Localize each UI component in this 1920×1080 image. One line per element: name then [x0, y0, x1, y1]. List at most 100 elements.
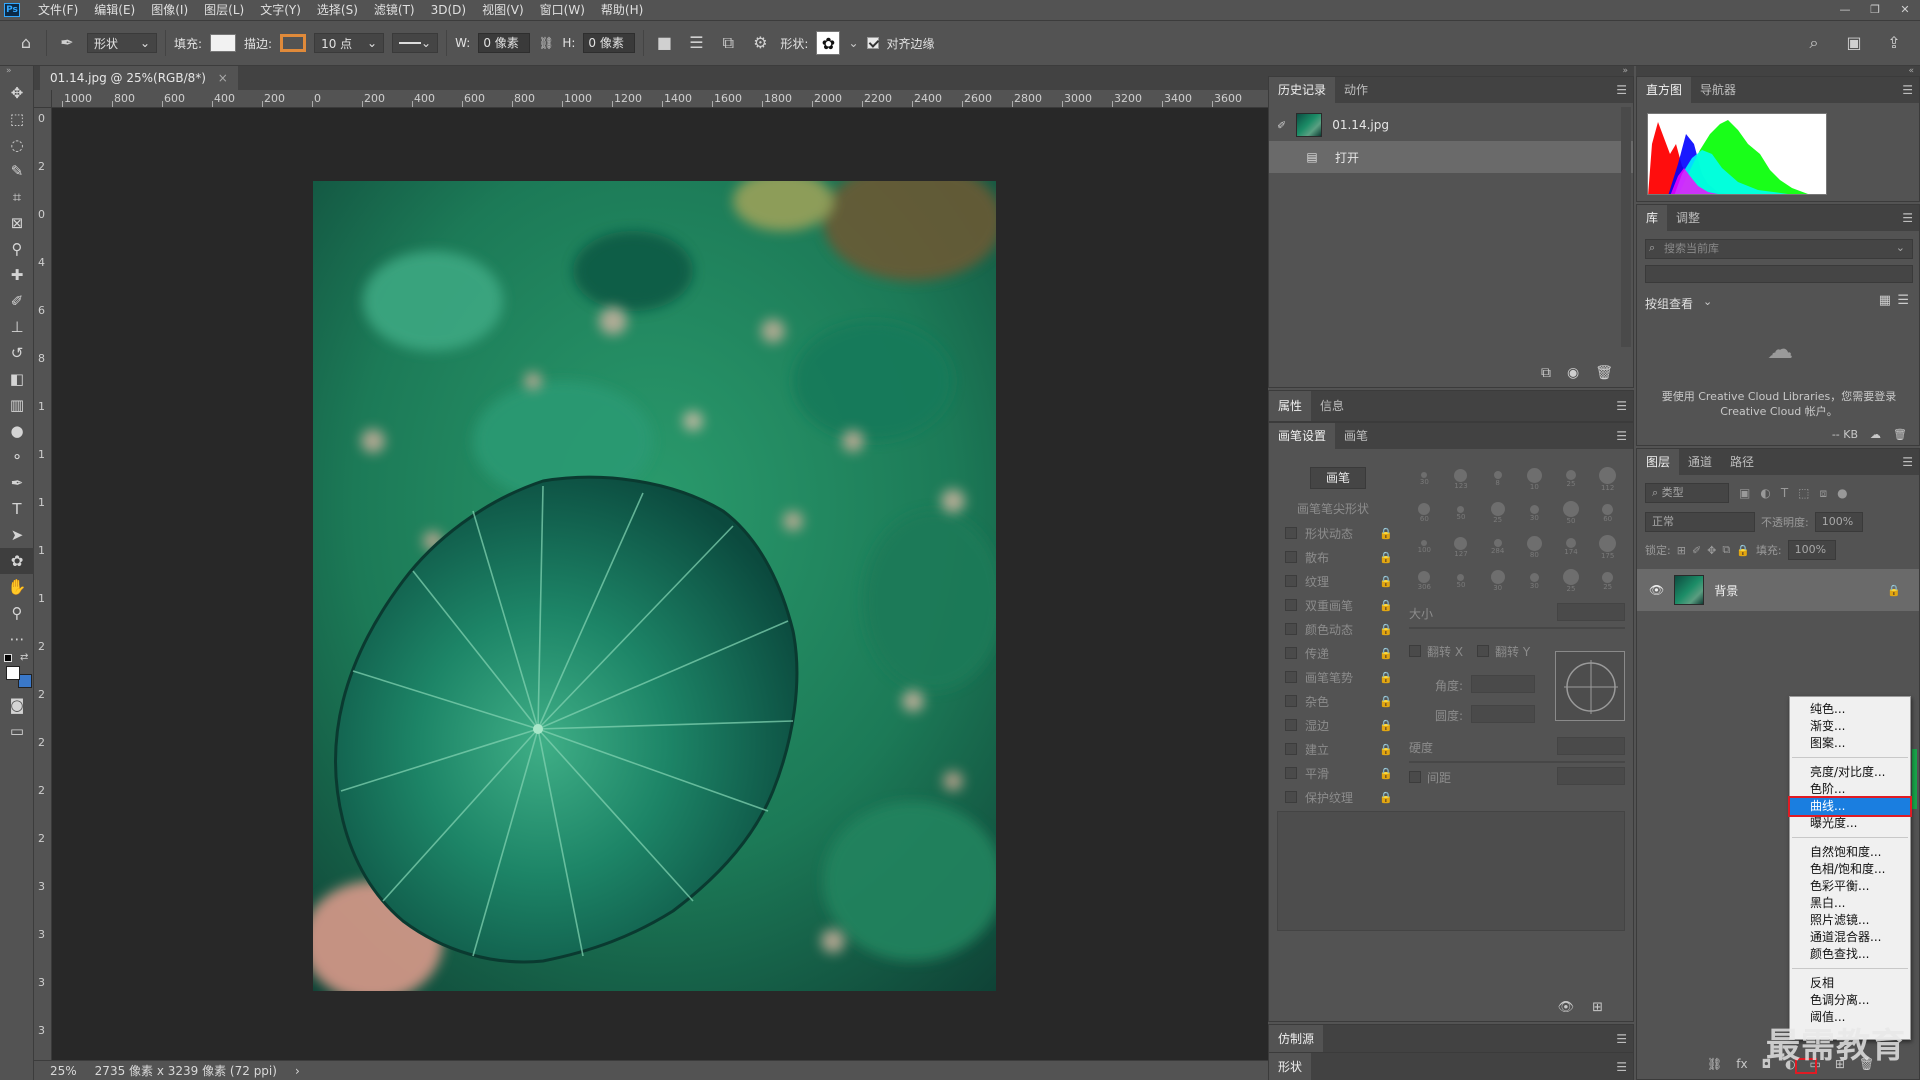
foreground-color-swatch[interactable]: [6, 666, 20, 680]
quick-mask-icon[interactable]: ◙: [0, 692, 34, 718]
brush-tip[interactable]: 284: [1480, 531, 1515, 564]
crop-tool-icon[interactable]: ⌗: [0, 184, 34, 210]
lock-icon[interactable]: 🔒: [1379, 527, 1393, 540]
eraser-tool-icon[interactable]: ◧: [0, 366, 34, 392]
menu-file[interactable]: 文件(F): [30, 0, 86, 20]
tab-layers[interactable]: 图层: [1637, 449, 1680, 475]
brush-tip[interactable]: 60: [1590, 498, 1625, 530]
lock-icon[interactable]: 🔒: [1379, 575, 1393, 588]
path-arrangement-icon[interactable]: ⧉: [716, 31, 740, 55]
filter-type-icon[interactable]: T: [1781, 486, 1788, 500]
ruler-origin[interactable]: [34, 90, 52, 108]
fx-icon[interactable]: fx: [1736, 1057, 1747, 1075]
brush-option-checkbox[interactable]: [1285, 551, 1297, 563]
brush-tip[interactable]: 174: [1554, 531, 1589, 564]
stroke-color-swatch[interactable]: [280, 34, 307, 52]
custom-shape-tool-icon[interactable]: ✿: [0, 548, 34, 574]
brush-option-item[interactable]: 杂色 🔒: [1277, 689, 1399, 713]
history-scrollbar[interactable]: [1621, 107, 1631, 347]
warning-icon[interactable]: ⚠: [1811, 119, 1822, 133]
link-icon[interactable]: ⛓: [538, 31, 554, 55]
panel-menu-icon[interactable]: ☰: [1902, 205, 1913, 231]
hardness-input[interactable]: [1557, 737, 1625, 755]
lock-position-icon[interactable]: ✥: [1707, 544, 1716, 557]
chevron-down-icon[interactable]: ⌄: [1896, 241, 1905, 254]
adjustment-menu-item[interactable]: 色相/饱和度...: [1790, 861, 1910, 878]
panel-menu-icon[interactable]: ☰: [1616, 423, 1627, 449]
restore-button[interactable]: ❐: [1860, 0, 1890, 20]
lock-icon[interactable]: 🔒: [1379, 791, 1393, 804]
adjustment-menu-item[interactable]: 曲线...: [1788, 796, 1912, 817]
tab-actions[interactable]: 动作: [1335, 77, 1377, 103]
panel-menu-icon[interactable]: ☰: [1616, 1025, 1627, 1053]
history-step[interactable]: ▤ 打开: [1269, 141, 1633, 173]
close-button[interactable]: ✕: [1890, 0, 1920, 20]
menu-help[interactable]: 帮助(H): [593, 0, 651, 20]
brush-option-item[interactable]: 散布 🔒: [1277, 545, 1399, 569]
adjustment-menu-item[interactable]: 纯色...: [1790, 701, 1910, 718]
adjustment-menu-item[interactable]: 渐变...: [1790, 718, 1910, 735]
lock-icon[interactable]: 🔒: [1379, 599, 1393, 612]
document-tab[interactable]: 01.14.jpg @ 25%(RGB/8*) ×: [40, 66, 238, 90]
panel-menu-icon[interactable]: ☰: [1616, 1053, 1627, 1080]
spacing-input[interactable]: [1557, 767, 1625, 785]
panel-menu-icon[interactable]: ☰: [1616, 391, 1627, 421]
pen-tool-icon[interactable]: ✒: [0, 470, 34, 496]
brush-option-checkbox[interactable]: [1285, 743, 1297, 755]
filter-adjustment-icon[interactable]: ◐: [1760, 486, 1770, 500]
opacity-input[interactable]: 100%: [1814, 512, 1863, 532]
tab-shapes[interactable]: 形状: [1269, 1053, 1312, 1080]
new-document-from-state-icon[interactable]: ⧉: [1541, 365, 1551, 381]
menu-image[interactable]: 图像(I): [143, 0, 196, 20]
brush-option-checkbox[interactable]: [1285, 623, 1297, 635]
brush-option-item[interactable]: 形状动态 🔒: [1277, 521, 1399, 545]
brush-option-checkbox[interactable]: [1285, 527, 1297, 539]
layers-scrollbar[interactable]: [1911, 689, 1919, 809]
adjustment-menu-item[interactable]: 图案...: [1790, 735, 1910, 752]
tab-libraries[interactable]: 库: [1637, 205, 1668, 231]
path-operations-icon[interactable]: ■: [652, 31, 676, 55]
gradient-tool-icon[interactable]: ▥: [0, 392, 34, 418]
adjustment-menu-item[interactable]: 自然饱和度...: [1790, 844, 1910, 861]
shape-picker[interactable]: ✿: [816, 31, 841, 55]
tab-channels[interactable]: 通道: [1679, 449, 1721, 475]
adjustment-menu-item[interactable]: 曝光度...: [1790, 815, 1910, 832]
view-by-group-select[interactable]: 按组查看: [1645, 295, 1693, 312]
brush-tip[interactable]: 123: [1444, 463, 1479, 496]
filter-toggle-icon[interactable]: ●: [1837, 486, 1847, 500]
share-icon[interactable]: ⇪: [1882, 31, 1906, 55]
trash-icon[interactable]: 🗑: [1893, 428, 1907, 441]
eye-icon[interactable]: 👁: [1649, 583, 1664, 597]
brush-option-item[interactable]: 湿边 🔒: [1277, 713, 1399, 737]
search-icon[interactable]: ⌕: [1802, 31, 1826, 55]
history-snapshot[interactable]: ✐ 01.14.jpg: [1269, 109, 1633, 141]
zoom-tool-icon[interactable]: ⚲: [0, 600, 34, 626]
path-select-tool-icon[interactable]: ➤: [0, 522, 34, 548]
chevron-down-icon[interactable]: ⌄: [848, 36, 858, 50]
brush-option-checkbox[interactable]: [1285, 791, 1297, 803]
spacing-checkbox[interactable]: [1409, 771, 1421, 783]
history-brush-tool-icon[interactable]: ↺: [0, 340, 34, 366]
lock-icon[interactable]: 🔒: [1379, 551, 1393, 564]
brush-tip[interactable]: 306: [1407, 566, 1442, 598]
brush-option-checkbox[interactable]: [1285, 671, 1297, 683]
lock-icon[interactable]: 🔒: [1379, 647, 1393, 660]
size-slider[interactable]: [1409, 627, 1625, 629]
flip-x-checkbox[interactable]: [1409, 645, 1421, 657]
adjustment-menu-item[interactable]: 亮度/对比度...: [1790, 764, 1910, 781]
default-colors-icon[interactable]: [4, 654, 12, 662]
brush-option-checkbox[interactable]: [1285, 575, 1297, 587]
screen-mode-icon[interactable]: ▭: [0, 718, 34, 744]
lock-artboard-icon[interactable]: ⧉: [1722, 543, 1730, 557]
brush-option-item[interactable]: 保护纹理 🔒: [1277, 785, 1399, 809]
list-view-icon[interactable]: ☰: [1897, 293, 1909, 308]
menu-select[interactable]: 选择(S): [309, 0, 366, 20]
brush-option-checkbox[interactable]: [1285, 599, 1297, 611]
lock-icon[interactable]: 🔒: [1887, 584, 1901, 597]
library-select[interactable]: [1645, 265, 1913, 283]
chevron-down-icon[interactable]: ⌄: [1703, 295, 1712, 308]
menu-view[interactable]: 视图(V): [474, 0, 532, 20]
toggle-preview-icon[interactable]: 👁: [1558, 1000, 1575, 1015]
tab-paths[interactable]: 路径: [1721, 449, 1763, 475]
brush-tip[interactable]: 30: [1407, 463, 1442, 496]
